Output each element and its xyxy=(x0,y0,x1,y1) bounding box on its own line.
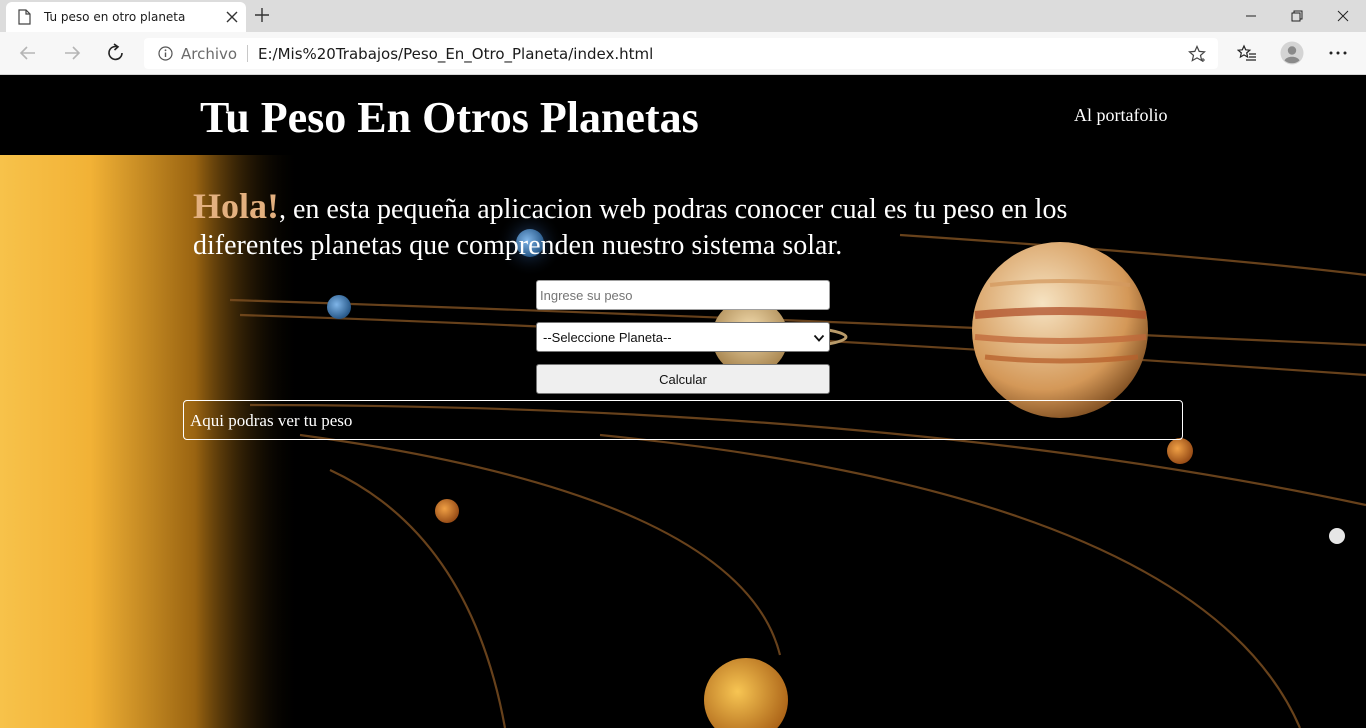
planet-select[interactable]: --Seleccione Planeta-- xyxy=(536,322,830,352)
plus-icon[interactable] xyxy=(254,7,270,23)
tab-strip: Tu peso en otro planeta xyxy=(0,0,1366,32)
browser-toolbar: Archivo E:/Mis%20Trabajos/Peso_En_Otro_P… xyxy=(0,32,1366,75)
info-icon[interactable] xyxy=(158,46,173,61)
close-icon[interactable] xyxy=(226,11,238,23)
weight-input[interactable] xyxy=(536,280,830,310)
minimize-button[interactable] xyxy=(1228,0,1274,32)
close-icon xyxy=(1337,10,1349,22)
chevron-down-icon xyxy=(813,334,825,342)
intro-body: , en esta pequeña aplicacion web podras … xyxy=(193,194,1068,261)
address-separator xyxy=(247,45,248,62)
portfolio-link[interactable]: Al portafolio xyxy=(1074,105,1167,126)
more-icon[interactable] xyxy=(1328,50,1348,56)
greeting: Hola! xyxy=(193,186,279,226)
address-bar[interactable]: Archivo E:/Mis%20Trabajos/Peso_En_Otro_P… xyxy=(144,38,1218,69)
forward-arrow-icon[interactable] xyxy=(61,42,83,64)
tab-title: Tu peso en otro planeta xyxy=(44,10,186,24)
planet-select-value: --Seleccione Planeta-- xyxy=(543,330,672,345)
result-box: Aqui podras ver tu peso xyxy=(183,400,1183,440)
browser-tab[interactable]: Tu peso en otro planeta xyxy=(6,2,246,32)
intro-text: Hola!, en esta pequeña aplicacion web po… xyxy=(193,188,1153,264)
star-icon[interactable] xyxy=(1188,45,1206,63)
site-header: Tu Peso En Otros Planetas Al portafolio xyxy=(0,75,1366,155)
url-text[interactable]: E:/Mis%20Trabajos/Peso_En_Otro_Planeta/i… xyxy=(258,45,653,63)
minimize-icon xyxy=(1246,15,1256,17)
maximize-button[interactable] xyxy=(1274,0,1320,32)
reload-icon[interactable] xyxy=(105,42,127,64)
back-arrow-icon[interactable] xyxy=(17,42,39,64)
profile-icon[interactable] xyxy=(1280,41,1304,65)
page-icon xyxy=(18,9,31,25)
page-title: Tu Peso En Otros Planetas xyxy=(200,93,699,142)
window-close-button[interactable] xyxy=(1320,0,1366,32)
calculate-button[interactable]: Calcular xyxy=(536,364,830,394)
favorites-icon[interactable] xyxy=(1237,44,1257,64)
site-label: Archivo xyxy=(181,45,238,63)
page-viewport: Tu Peso En Otros Planetas Al portafolio … xyxy=(0,75,1366,728)
maximize-icon xyxy=(1291,10,1303,22)
result-text: Aqui podras ver tu peso xyxy=(190,411,353,430)
